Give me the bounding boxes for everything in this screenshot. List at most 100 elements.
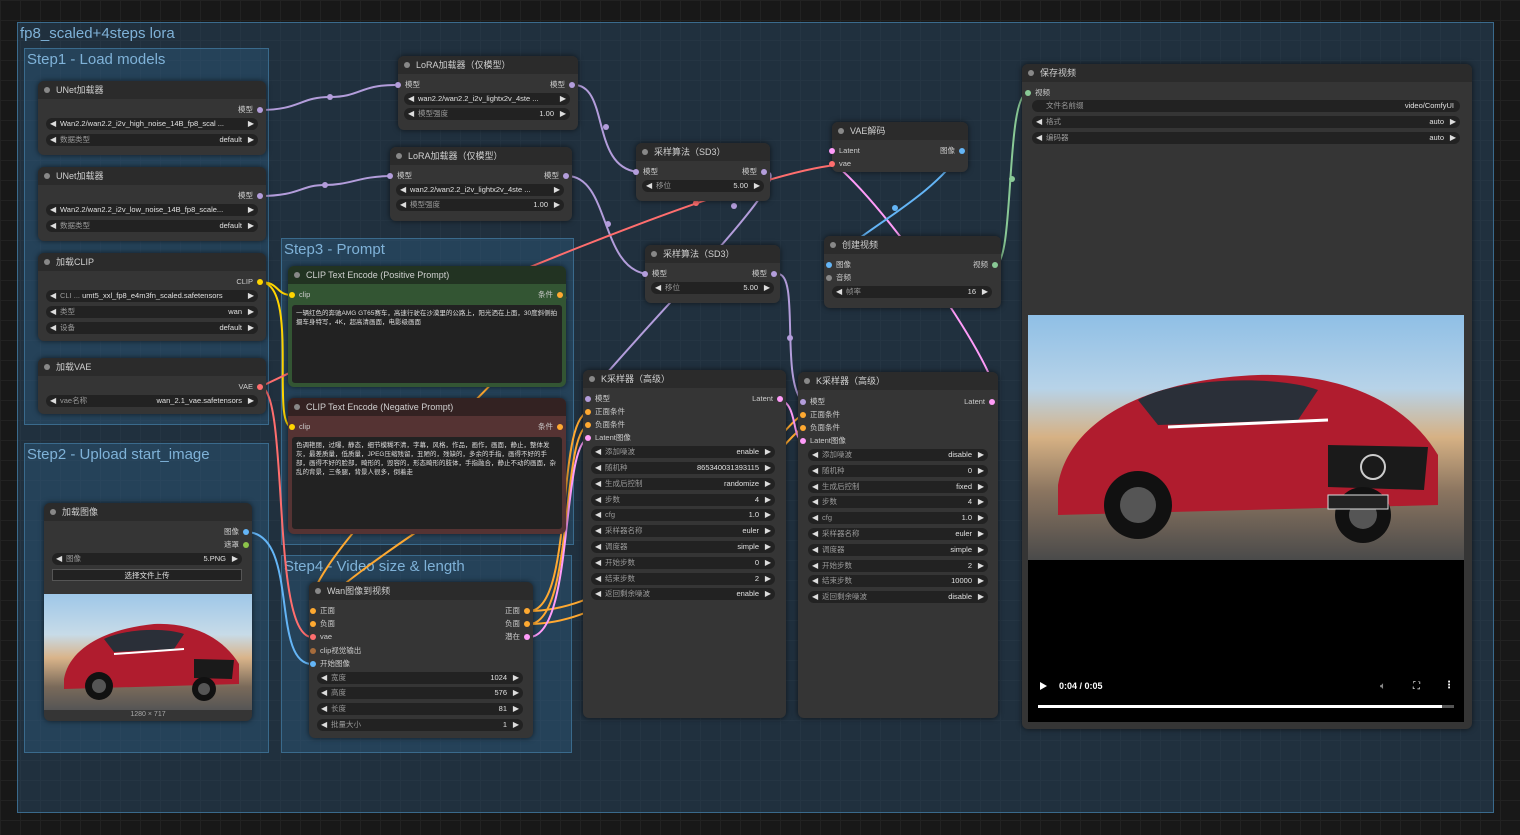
clip-text-negative-node[interactable]: CLIP Text Encode (Negative Prompt) clip … (288, 398, 566, 534)
vae-name-widget[interactable]: ◀ vae名称 wan_2.1_vae.safetensors ▶ (46, 395, 258, 407)
input-model[interactable]: 模型 (387, 170, 412, 182)
unet-loader-low-node[interactable]: UNet加载器 模型 ◀ Wan2.2/wan2.2_i2v_low_noise_… (38, 167, 266, 241)
add-noise-widget[interactable]: ◀ 添加噪波 enable ▶ (591, 446, 775, 458)
input-model[interactable]: 模型 (585, 393, 610, 405)
vae-loader-node[interactable]: 加载VAE VAE ◀ vae名称 wan_2.1_vae.safetensors ▶ (38, 358, 266, 414)
clip-loader-node[interactable]: 加载CLIP CLIP ◀ CLI ... umt5_xxl_fp8_e4m3fn… (38, 253, 266, 341)
length-widget[interactable]: ◀ 长度 81 ▶ (317, 703, 523, 715)
vae-decode-node[interactable]: VAE解码 Latent vae 图像 (829, 122, 968, 172)
input-negative[interactable]: 负面条件 (585, 419, 625, 431)
seed-widget[interactable]: ◀ 随机种 0 ▶ (808, 465, 988, 477)
input-model[interactable]: 模型 (800, 396, 825, 408)
lora-name-widget[interactable]: ◀ wan2.2/wan2.2_i2v_lightx2v_4ste ... ▶ (404, 93, 570, 105)
input-model[interactable]: 模型 (633, 166, 658, 178)
output-latent[interactable]: 潜在 (505, 631, 530, 643)
scheduler-widget[interactable]: ◀ 调度器 simple ▶ (591, 541, 775, 553)
load-image-node[interactable]: 加载图像 图像 遮罩 ◀ 图像 5.PNG ▶ 选择文件上传 1280 × 717 (44, 503, 252, 721)
create-video-node[interactable]: 创建视频 图像 音频 视频 ◀ 帧率 16 ▶ (824, 236, 1001, 308)
input-vae[interactable]: vae (829, 158, 851, 170)
output-image[interactable]: 图像 (224, 526, 249, 538)
steps-widget[interactable]: ◀ 步数 4 ▶ (591, 494, 775, 506)
volume-icon[interactable]: 🔈︎ (1380, 681, 1386, 692)
output-positive[interactable]: 正面 (505, 605, 530, 617)
output-model[interactable]: 模型 (544, 170, 569, 182)
clip-text-positive-node[interactable]: CLIP Text Encode (Positive Prompt) clip … (288, 266, 566, 387)
input-positive[interactable]: 正面条件 (800, 409, 840, 421)
scheduler-widget[interactable]: ◀ 调度器 simple ▶ (808, 544, 988, 556)
seed-widget[interactable]: ◀ 随机种 865340031393115 ▶ (591, 462, 775, 474)
output-conditioning[interactable]: 条件 (538, 421, 563, 433)
output-latent[interactable]: Latent (964, 396, 995, 408)
return-leftover-noise-widget[interactable]: ◀ 返回剩余噪波 disable ▶ (808, 591, 988, 603)
input-latent[interactable]: Latent图像 (800, 435, 846, 447)
output-model[interactable]: 模型 (238, 190, 263, 202)
filename-prefix-widget[interactable]: 文件名前缀 video/ComfyUI (1032, 100, 1460, 112)
model-sampling-sd3-1-node[interactable]: 采样算法（SD3） 模型 模型 ◀ 移位 5.00 ▶ (633, 143, 770, 201)
save-video-node[interactable]: 保存视频 视频 文件名前缀 video/ComfyUI ◀ 格式 auto ▶ ◀ 编码器… (1022, 64, 1472, 729)
input-images[interactable]: 图像 (826, 259, 851, 271)
lora-name-widget[interactable]: ◀ wan2.2/wan2.2_i2v_lightx2v_4ste ... ▶ (396, 184, 564, 196)
input-negative[interactable]: 负面 (310, 618, 335, 630)
control-after-generate-widget[interactable]: ◀ 生成后控制 fixed ▶ (808, 481, 988, 493)
end-step-widget[interactable]: ◀ 结束步数 2 ▶ (591, 573, 775, 585)
output-mask[interactable]: 遮罩 (224, 539, 249, 551)
start-step-widget[interactable]: ◀ 开始步数 0 ▶ (591, 557, 775, 569)
batch-size-widget[interactable]: ◀ 批量大小 1 ▶ (317, 719, 523, 731)
video-player[interactable]: 0:04 / 0:05 🔈︎ ⛶ ⋮ (1028, 315, 1464, 722)
input-clip[interactable]: clip (289, 421, 310, 433)
output-clip[interactable]: CLIP (236, 276, 263, 288)
input-clip[interactable]: clip (289, 289, 310, 301)
end-step-widget[interactable]: ◀ 结束步数 10000 ▶ (808, 575, 988, 587)
sampler-name-widget[interactable]: ◀ 采样器名称 euler ▶ (808, 528, 988, 540)
input-clip-vision[interactable]: clip视觉输出 (310, 645, 361, 657)
dtype-widget[interactable]: ◀ 数据类型 default ▶ (46, 220, 258, 232)
output-model[interactable]: 模型 (752, 268, 777, 280)
add-noise-widget[interactable]: ◀ 添加噪波 disable ▶ (808, 449, 988, 461)
output-latent[interactable]: Latent (752, 393, 783, 405)
input-negative[interactable]: 负面条件 (800, 422, 840, 434)
image-select-widget[interactable]: ◀ 图像 5.PNG ▶ (52, 553, 242, 565)
clip-device-widget[interactable]: ◀ 设备 default ▶ (46, 322, 258, 334)
output-video[interactable]: 视频 (973, 259, 998, 271)
fps-widget[interactable]: ◀ 帧率 16 ▶ (832, 286, 992, 298)
output-negative[interactable]: 负面 (505, 618, 530, 630)
output-model[interactable]: 模型 (238, 104, 263, 116)
input-audio[interactable]: 音频 (826, 272, 851, 284)
input-video[interactable]: 视频 (1025, 87, 1050, 99)
input-vae[interactable]: vae (310, 631, 332, 643)
input-latent[interactable]: Latent图像 (585, 432, 631, 444)
lora-loader-2-node[interactable]: LoRA加载器（仅模型） 模型 模型 ◀ wan2.2/wan2.2_i2v_li… (387, 147, 572, 221)
output-image[interactable]: 图像 (940, 145, 965, 157)
video-progress-track[interactable] (1038, 705, 1454, 708)
width-widget[interactable]: ◀ 宽度 1024 ▶ (317, 672, 523, 684)
input-positive[interactable]: 正面 (310, 605, 335, 617)
shift-widget[interactable]: ◀ 移位 5.00 ▶ (651, 282, 774, 294)
format-widget[interactable]: ◀ 格式 auto ▶ (1032, 116, 1460, 128)
return-leftover-noise-widget[interactable]: ◀ 返回剩余噪波 enable ▶ (591, 588, 775, 600)
input-model[interactable]: 模型 (642, 268, 667, 280)
wan-image-to-video-node[interactable]: Wan图像到视频 正面 负面 vae clip视觉输出 开始图像 正面 负面 潜… (309, 582, 533, 738)
sampler-name-widget[interactable]: ◀ 采样器名称 euler ▶ (591, 525, 775, 537)
lora-loader-1-node[interactable]: LoRA加载器（仅模型） 模型 模型 ◀ wan2.2/wan2.2_i2v_li… (395, 56, 578, 130)
input-start-image[interactable]: 开始图像 (310, 658, 350, 670)
fullscreen-icon[interactable]: ⛶ (1413, 681, 1420, 692)
output-conditioning[interactable]: 条件 (538, 289, 563, 301)
steps-widget[interactable]: ◀ 步数 4 ▶ (808, 496, 988, 508)
strength-widget[interactable]: ◀ 模型强度 1.00 ▶ (404, 108, 570, 120)
input-positive[interactable]: 正面条件 (585, 406, 625, 418)
positive-prompt-textarea[interactable]: 一辆红色的奔驰AMG GT65赛车，高速行驶在沙漠里的公路上，阳光洒在上面，30… (292, 305, 562, 383)
output-vae[interactable]: VAE (239, 381, 263, 393)
unet-name-widget[interactable]: ◀ Wan2.2/wan2.2_i2v_high_noise_14B_fp8_sc… (46, 118, 258, 130)
cfg-widget[interactable]: ◀ cfg 1.0 ▶ (808, 512, 988, 524)
play-icon[interactable] (1040, 682, 1047, 690)
dtype-widget[interactable]: ◀ 数据类型 default ▶ (46, 134, 258, 146)
ksampler-advanced-1-node[interactable]: K采样器（高级） 模型 正面条件 负面条件 Latent图像 Latent ◀ 添… (583, 370, 786, 718)
ksampler-advanced-2-node[interactable]: K采样器（高级） 模型 正面条件 负面条件 Latent图像 Latent ◀ 添… (798, 372, 998, 718)
cfg-widget[interactable]: ◀ cfg 1.0 ▶ (591, 509, 775, 521)
more-options-icon[interactable]: ⋮ (1444, 680, 1454, 691)
strength-widget[interactable]: ◀ 模型强度 1.00 ▶ (396, 199, 564, 211)
negative-prompt-textarea[interactable]: 色调艳丽，过曝，静态，细节模糊不清，字幕，风格，作品，画作，画面，静止，整体发灰… (292, 437, 562, 529)
unet-name-widget[interactable]: ◀ Wan2.2/wan2.2_i2v_low_noise_14B_fp8_sca… (46, 204, 258, 216)
input-latent[interactable]: Latent (829, 145, 860, 157)
model-sampling-sd3-2-node[interactable]: 采样算法（SD3） 模型 模型 ◀ 移位 5.00 ▶ (642, 245, 780, 303)
